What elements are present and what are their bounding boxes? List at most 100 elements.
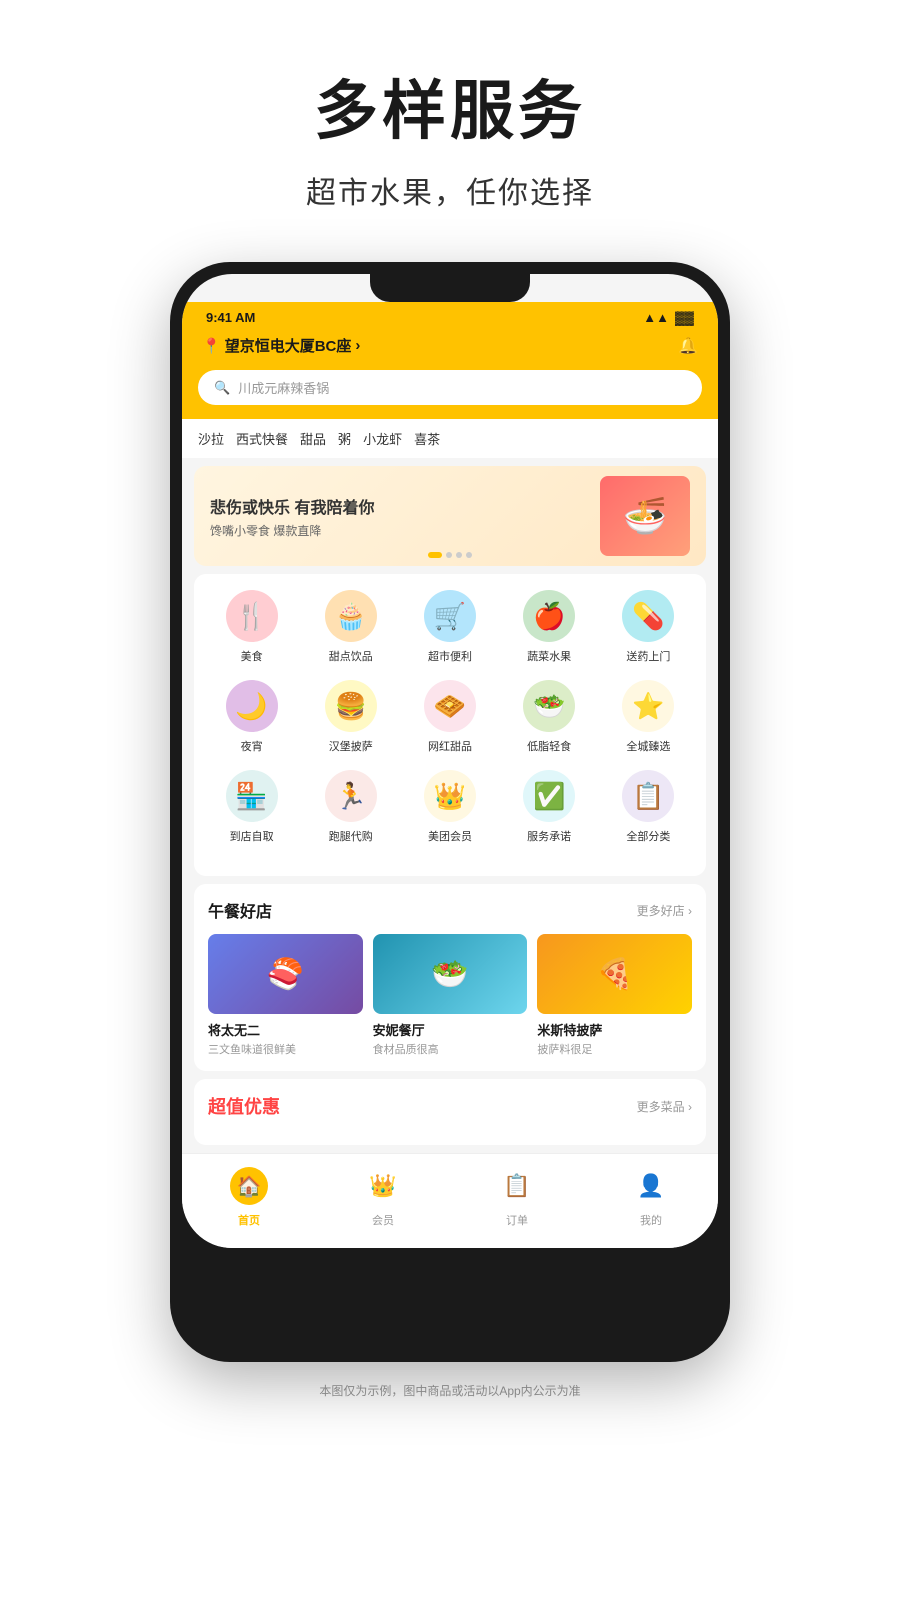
- service-item-dessert[interactable]: 🧁 甜点饮品: [301, 590, 400, 664]
- dot-4: [466, 552, 472, 558]
- selected-label: 全城臻选: [626, 738, 670, 754]
- search-icon: 🔍: [214, 380, 230, 396]
- nav-member-icon: 👑: [369, 1173, 396, 1199]
- restaurants-title: 午餐好店: [208, 898, 272, 922]
- service-row-1: 🍴 美食 🧁 甜点饮品 🛒 超市便利 🍎 蔬菜水果 💊 送药上门: [202, 590, 698, 664]
- supermarket-icon: 🛒: [424, 590, 476, 642]
- nav-profile-icon: 👤: [637, 1173, 664, 1199]
- restaurant-desc-3: 披萨料很足: [537, 1041, 692, 1057]
- phone-screen: 9:41 AM ▲▲ ▓▓ 📍 望京恒电大厦BC座 › 🔔 🔍 川成元麻辣香锅 …: [182, 274, 718, 1248]
- nav-item-order[interactable]: 📋 订单: [495, 1164, 539, 1228]
- pickup-label: 到店自取: [230, 828, 274, 844]
- notch: [370, 274, 530, 302]
- bottom-nav: 🏠 首页 👑 会员 📋 订单 👤 我的: [182, 1153, 718, 1248]
- errand-label: 跑腿代购: [329, 828, 373, 844]
- deals-more[interactable]: 更多菜品 ›: [637, 1098, 692, 1115]
- restaurant-card-2[interactable]: 🥗 安妮餐厅 食材品质很高: [373, 934, 528, 1057]
- restaurants-more[interactable]: 更多好店 ›: [637, 902, 692, 919]
- service-item-promise[interactable]: ✅ 服务承诺: [500, 770, 599, 844]
- service-item-pickup[interactable]: 🏪 到店自取: [202, 770, 301, 844]
- veggie-icon: 🍎: [523, 590, 575, 642]
- category-pill[interactable]: 西式快餐: [236, 429, 288, 448]
- dessert-label: 甜点饮品: [329, 648, 373, 664]
- service-item-veggie[interactable]: 🍎 蔬菜水果: [500, 590, 599, 664]
- nav-order-label: 订单: [506, 1212, 528, 1228]
- category-pill[interactable]: 小龙虾: [363, 429, 402, 448]
- banner-subtitle: 馋嘴小零食 爆款直降: [210, 522, 374, 539]
- restaurant-img-3: 🍕: [537, 934, 692, 1014]
- restaurant-card-1[interactable]: 🍣 将太无二 三文鱼味道很鲜美: [208, 934, 363, 1057]
- restaurant-name-2: 安妮餐厅: [373, 1020, 528, 1039]
- nav-profile-label: 我的: [640, 1212, 662, 1228]
- category-pill[interactable]: 沙拉: [198, 429, 224, 448]
- pickup-icon: 🏪: [226, 770, 278, 822]
- nav-home-wrapper: 🏠: [227, 1164, 271, 1208]
- location-pin-icon: 📍: [202, 337, 221, 355]
- light-icon: 🥗: [523, 680, 575, 732]
- top-section: 多样服务 超市水果，任你选择: [306, 0, 594, 242]
- service-item-medicine[interactable]: 💊 送药上门: [599, 590, 698, 664]
- category-pill[interactable]: 粥: [338, 429, 351, 448]
- nav-item-home[interactable]: 🏠 首页: [227, 1164, 271, 1228]
- deals-section: 超值优惠 更多菜品 ›: [194, 1079, 706, 1145]
- banner-image: 🍜: [600, 476, 690, 556]
- restaurant-name-3: 米斯特披萨: [537, 1020, 692, 1039]
- location-arrow: ›: [355, 337, 360, 354]
- status-time: 9:41 AM: [206, 310, 255, 325]
- member-label: 美团会员: [428, 828, 472, 844]
- service-grid: 🍴 美食 🧁 甜点饮品 🛒 超市便利 🍎 蔬菜水果 💊 送药上门: [194, 574, 706, 876]
- service-item-food[interactable]: 🍴 美食: [202, 590, 301, 664]
- banner-text: 悲伤或快乐 有我陪着你 馋嘴小零食 爆款直降: [210, 494, 374, 539]
- status-right: ▲▲ ▓▓: [643, 310, 694, 325]
- restaurant-img-1: 🍣: [208, 934, 363, 1014]
- phone-frame: 9:41 AM ▲▲ ▓▓ 📍 望京恒电大厦BC座 › 🔔 🔍 川成元麻辣香锅 …: [170, 262, 730, 1362]
- nav-member-wrapper: 👑: [361, 1164, 405, 1208]
- service-item-netred[interactable]: 🧇 网红甜品: [400, 680, 499, 754]
- restaurants-header: 午餐好店 更多好店 ›: [208, 898, 692, 922]
- dot-3: [456, 552, 462, 558]
- search-bar[interactable]: 🔍 川成元麻辣香锅: [198, 370, 702, 405]
- dessert-icon: 🧁: [325, 590, 377, 642]
- nav-home-label: 首页: [238, 1212, 260, 1228]
- service-item-nightsnack[interactable]: 🌙 夜宵: [202, 680, 301, 754]
- burger-icon: 🍔: [325, 680, 377, 732]
- nav-order-icon: 📋: [503, 1173, 530, 1199]
- service-item-light[interactable]: 🥗 低脂轻食: [500, 680, 599, 754]
- service-item-member[interactable]: 👑 美团会员: [400, 770, 499, 844]
- service-item-burger[interactable]: 🍔 汉堡披萨: [301, 680, 400, 754]
- deals-title: 超值优惠: [208, 1093, 280, 1119]
- category-pill[interactable]: 甜品: [300, 429, 326, 448]
- restaurant-desc-1: 三文鱼味道很鲜美: [208, 1041, 363, 1057]
- bell-icon[interactable]: 🔔: [678, 336, 698, 356]
- main-title: 多样服务: [306, 60, 594, 152]
- nav-member-label: 会员: [372, 1212, 394, 1228]
- restaurant-card-3[interactable]: 🍕 米斯特披萨 披萨料很足: [537, 934, 692, 1057]
- light-label: 低脂轻食: [527, 738, 571, 754]
- restaurant-desc-2: 食材品质很高: [373, 1041, 528, 1057]
- nav-item-profile[interactable]: 👤 我的: [629, 1164, 673, 1228]
- restaurant-row: 🍣 将太无二 三文鱼味道很鲜美 🥗 安妮餐厅 食材品质很高 🍕 米斯特披萨 披萨…: [208, 934, 692, 1057]
- burger-label: 汉堡披萨: [329, 738, 373, 754]
- search-area: 🔍 川成元麻辣香锅: [182, 370, 718, 419]
- category-pills: 沙拉西式快餐甜品粥小龙虾喜茶: [182, 419, 718, 458]
- service-row-2: 🌙 夜宵 🍔 汉堡披萨 🧇 网红甜品 🥗 低脂轻食 ⭐ 全城臻选: [202, 680, 698, 754]
- banner[interactable]: 悲伤或快乐 有我陪着你 馋嘴小零食 爆款直降 🍜: [194, 466, 706, 566]
- nav-item-member[interactable]: 👑 会员: [361, 1164, 405, 1228]
- veggie-label: 蔬菜水果: [527, 648, 571, 664]
- nav-profile-wrapper: 👤: [629, 1164, 673, 1208]
- wifi-icon: ▲▲: [643, 310, 669, 325]
- category-pill[interactable]: 喜茶: [414, 429, 440, 448]
- medicine-label: 送药上门: [626, 648, 670, 664]
- nightsnack-label: 夜宵: [241, 738, 263, 754]
- restaurant-img-2: 🥗: [373, 934, 528, 1014]
- service-item-all[interactable]: 📋 全部分类: [599, 770, 698, 844]
- service-item-selected[interactable]: ⭐ 全城臻选: [599, 680, 698, 754]
- location-text: 望京恒电大厦BC座: [225, 335, 352, 356]
- nav-order-wrapper: 📋: [495, 1164, 539, 1208]
- service-item-supermarket[interactable]: 🛒 超市便利: [400, 590, 499, 664]
- selected-icon: ⭐: [622, 680, 674, 732]
- location-area[interactable]: 📍 望京恒电大厦BC座 ›: [202, 335, 360, 356]
- restaurant-name-1: 将太无二: [208, 1020, 363, 1039]
- nightsnack-icon: 🌙: [226, 680, 278, 732]
- service-item-errand[interactable]: 🏃 跑腿代购: [301, 770, 400, 844]
